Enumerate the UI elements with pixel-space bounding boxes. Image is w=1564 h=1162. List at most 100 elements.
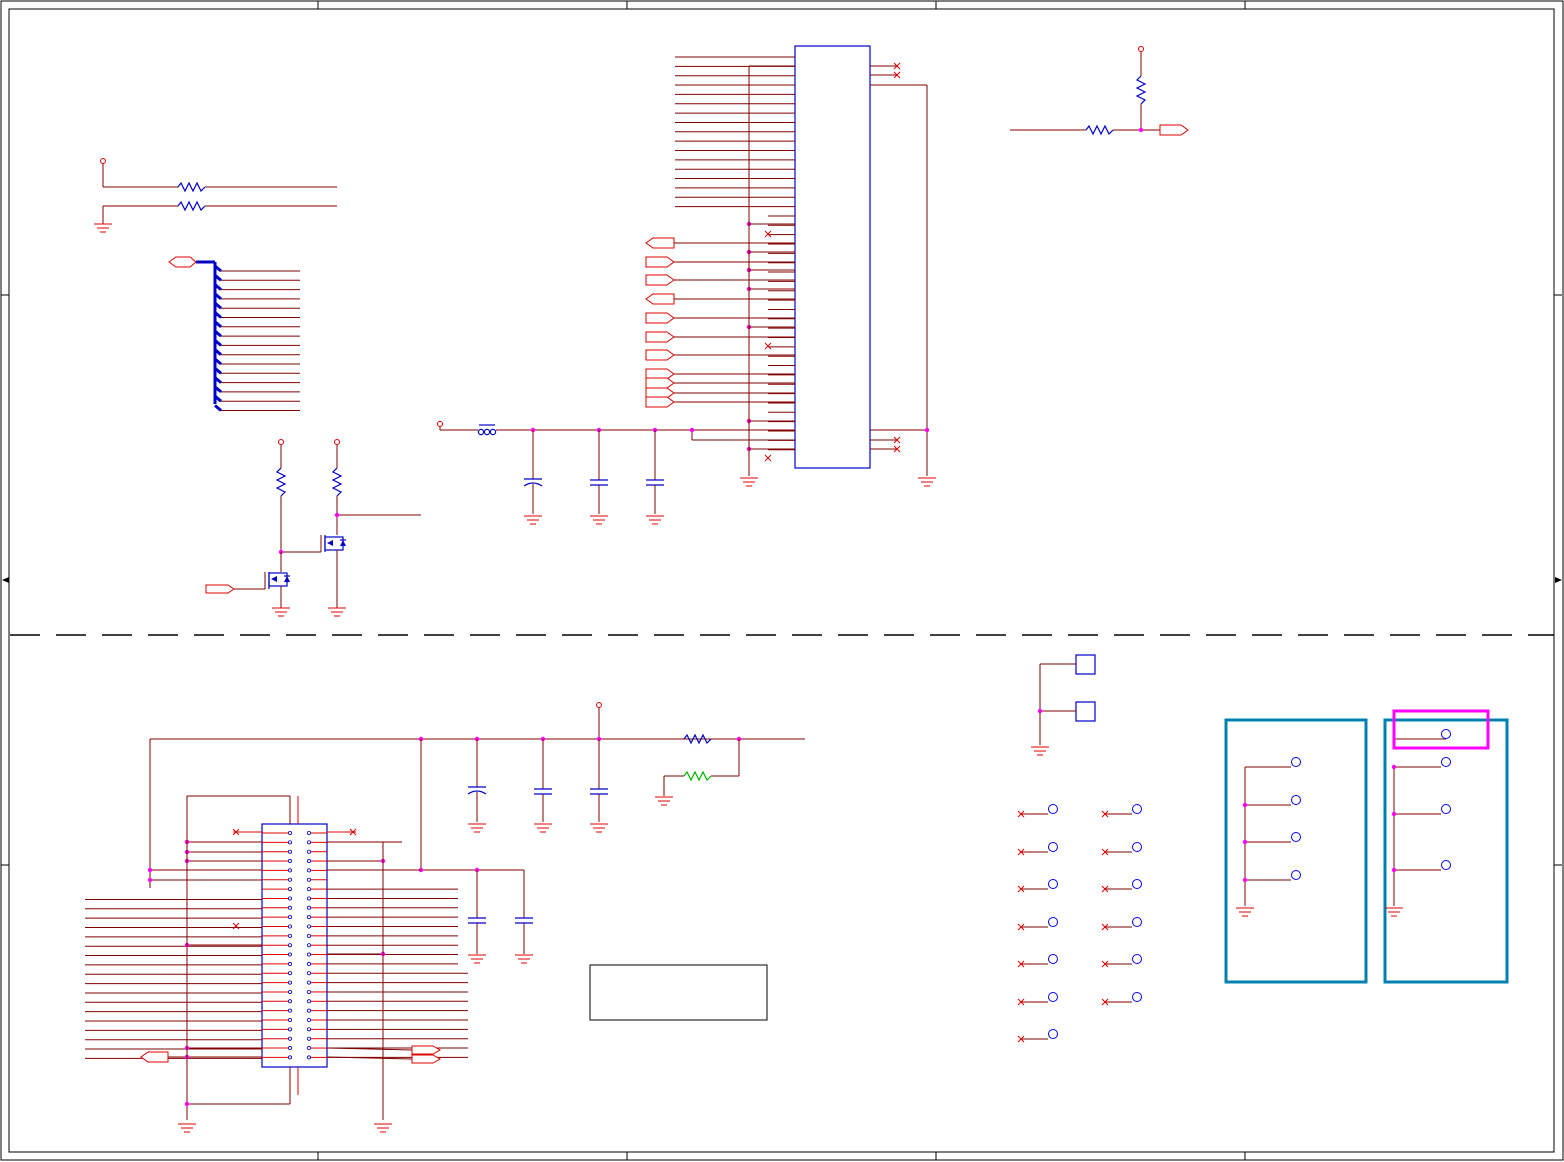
schematic-sheet [0, 0, 1564, 1162]
pad-icon [1075, 654, 1096, 675]
unconnected-test-points [1017, 804, 1142, 1043]
connector-pin-icon [306, 849, 311, 854]
mosfet-icon [320, 535, 346, 560]
junction-dot [147, 867, 153, 873]
connector-section [85, 702, 805, 1133]
capacitor-icon [590, 430, 608, 514]
test-point-icon [1132, 842, 1142, 852]
test-point-icon [1048, 917, 1058, 927]
connector-pin-icon [287, 877, 292, 882]
ic-net-port-icon [645, 396, 675, 408]
capacitor-icon [467, 739, 487, 822]
connector-pin-icon [287, 1055, 292, 1060]
connector-pin-icon [287, 980, 292, 985]
ferrite-bead-icon [683, 770, 712, 782]
power-port-icon [100, 158, 106, 164]
capacitor-icon [646, 430, 664, 514]
connector-pin-icon [306, 915, 311, 920]
connector-pin-icon [287, 943, 292, 948]
connector-pin-icon [306, 905, 311, 910]
junction-dot [1391, 811, 1397, 817]
connector-pin-icon [287, 831, 292, 836]
ground-icon [740, 477, 758, 487]
capacitor-icon [468, 870, 486, 954]
ic-net-port-icon [645, 237, 675, 249]
power-port-icon [334, 439, 340, 445]
power-port-icon [596, 702, 602, 708]
ground-icon [1031, 746, 1049, 756]
ground-icon [1385, 907, 1403, 917]
test-point-icon [1048, 1029, 1058, 1039]
connector-pin-icon [287, 952, 292, 957]
resistor-icon [1085, 124, 1114, 136]
connector-pin-icon [306, 952, 311, 957]
connector-port-icon [140, 1051, 169, 1063]
ground-icon [515, 954, 533, 964]
bus-port-icon [168, 256, 197, 268]
test-point-icon [1048, 804, 1058, 814]
inductor-icon [477, 424, 497, 436]
resistor-icon [1135, 75, 1147, 105]
resistor-icon [177, 181, 206, 193]
capacitor-icon [534, 739, 552, 822]
test-point-icon [1291, 870, 1301, 880]
junction-dot [1242, 839, 1248, 845]
connector-pin-icon [287, 999, 292, 1004]
connector-pin-icon [306, 1008, 311, 1013]
test-point-icon [1441, 729, 1451, 739]
ic-net-port-icon [645, 349, 675, 361]
resistor-icon [331, 467, 343, 497]
no-connect-icon [764, 342, 772, 350]
capacitor-icon [515, 870, 533, 954]
junction-dot [1242, 802, 1248, 808]
connector-pin-icon [287, 915, 292, 920]
power-port-icon [437, 421, 443, 427]
ground-icon [328, 607, 346, 617]
ground-icon [178, 1123, 196, 1133]
connector-pin-icon [287, 924, 292, 929]
junction-dot [1391, 764, 1397, 770]
note-box [589, 964, 768, 1021]
test-point-icon [1132, 992, 1142, 1002]
test-point-icon [1291, 832, 1301, 842]
connector-pin-icon [306, 868, 311, 873]
connector-pin-icon [287, 868, 292, 873]
test-point-icon [1291, 795, 1301, 805]
power-port-icon [278, 439, 284, 445]
connector-pin-icon [306, 961, 311, 966]
connector-pin-icon [287, 1018, 292, 1023]
connector-pin-icon [287, 859, 292, 864]
ground-icon [272, 607, 290, 617]
mosfet-icon [264, 572, 290, 589]
sheet-frame [0, 0, 1564, 1161]
ic-body [794, 45, 871, 469]
schematic-canvas [0, 0, 1564, 1161]
connector-pin-icon [287, 1046, 292, 1051]
ground-icon [655, 796, 673, 806]
connector-pin-icon [287, 961, 292, 966]
connector-pin-icon [306, 831, 311, 836]
no-connect-icon [232, 922, 240, 930]
test-point-icon [1048, 992, 1058, 1002]
test-point-icon [1132, 879, 1142, 889]
selection-highlight [1392, 709, 1490, 750]
connector-pin-icon [306, 840, 311, 845]
input-port-icon [205, 584, 235, 594]
capacitor-icon [523, 430, 543, 514]
connector-pin-icon [287, 989, 292, 994]
main-ic [645, 45, 936, 487]
mosfet-circuit [205, 439, 421, 617]
connector-pin-icon [306, 1046, 311, 1051]
connector-pin-icon [306, 1018, 311, 1023]
test-point-group-left [1224, 718, 1368, 984]
connector-pin-icon [306, 896, 311, 901]
ground-icon [468, 823, 486, 833]
test-point-icon [1132, 954, 1142, 964]
test-point-icon [1441, 804, 1451, 814]
ground-icon [918, 477, 936, 487]
connector-pin-icon [306, 859, 311, 864]
connector-pin-icon [306, 1036, 311, 1041]
ground-icon [534, 823, 552, 833]
connector-pin-icon [287, 971, 292, 976]
connector-pin-icon [306, 1055, 311, 1060]
